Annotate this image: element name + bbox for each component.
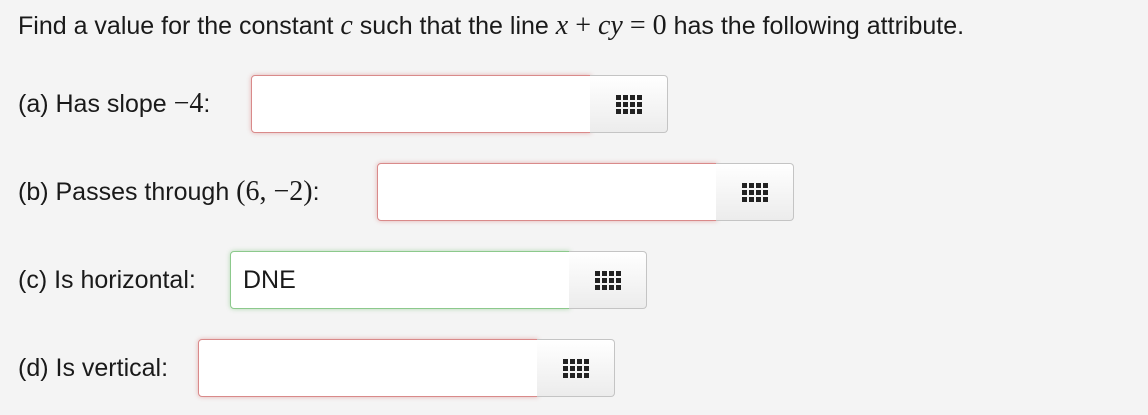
part-c-answer-input[interactable] [230, 251, 570, 309]
part-a-answer-input[interactable] [251, 75, 591, 133]
part-d: (d) Is vertical: [18, 338, 168, 398]
part-b-label: (b) Passes through (6, −2): [18, 176, 320, 207]
question-prefix: Find a value for the constant [18, 12, 341, 40]
question-text: Find a value for the constant c such tha… [18, 6, 964, 46]
part-b-answer-input[interactable] [377, 163, 717, 221]
part-c-palette-button[interactable] [569, 251, 647, 309]
part-b-palette-button[interactable] [716, 163, 794, 221]
part-d-label: (d) Is vertical: [18, 354, 169, 382]
question-suffix: has the following attribute. [666, 12, 965, 40]
part-a: (a) Has slope −4: [18, 74, 210, 134]
line-equation: x + cy = 0 [555, 10, 667, 41]
grid-keypad-icon [615, 94, 642, 114]
part-d-palette-button[interactable] [537, 339, 615, 397]
grid-keypad-icon [562, 358, 589, 378]
part-a-label: (a) Has slope −4: [18, 88, 211, 119]
grid-keypad-icon [741, 182, 768, 202]
part-d-answer-input[interactable] [198, 339, 538, 397]
question-middle: such that the line [352, 12, 556, 40]
part-b: (b) Passes through (6, −2): [18, 162, 320, 222]
part-c-label: (c) Is horizontal: [18, 266, 196, 294]
grid-keypad-icon [594, 270, 621, 290]
part-c: (c) Is horizontal: [18, 250, 196, 310]
part-a-palette-button[interactable] [590, 75, 668, 133]
constant-c: c [340, 10, 353, 41]
